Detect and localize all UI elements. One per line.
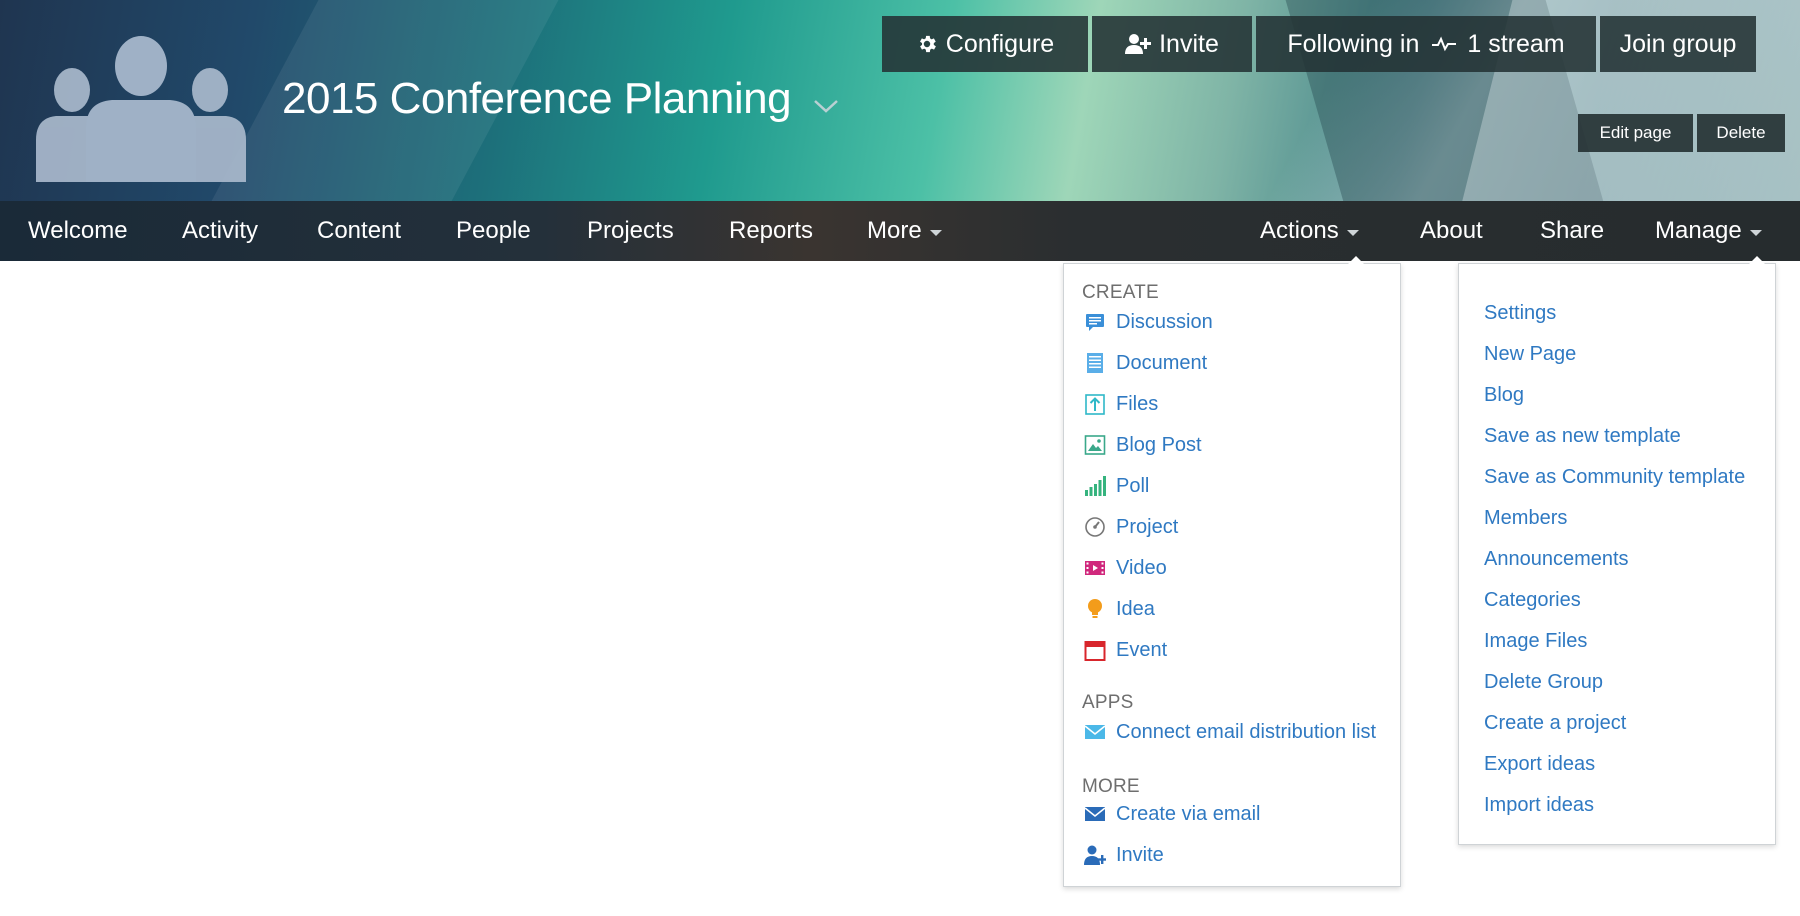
caret-down-icon [1749,229,1762,236]
group-action-bar: Configure Invite Following in 1 stream J… [882,16,1756,72]
join-label: Join group [1619,29,1737,58]
video-icon [1085,561,1105,575]
nav-more-label: More [867,217,922,244]
caret-down-icon [1346,229,1359,236]
nav-reports[interactable]: Reports [729,201,813,261]
actions-dropdown: CREATE Discussion Document Files Blog Po… [1063,256,1401,887]
page-title: 2015 Conference Planning [282,74,792,123]
dropdown-pointer [1749,256,1765,264]
connect-email-list-item[interactable]: Connect email distribution list [1084,718,1376,746]
group-people-icon [36,36,246,182]
project-icon [1085,517,1105,537]
nav-manage[interactable]: Manage [1655,201,1762,261]
nav-about[interactable]: About [1420,201,1483,261]
create-blog-post-item[interactable]: Blog Post [1084,431,1202,459]
add-user-icon [1125,34,1152,54]
following-label: Following in [1287,29,1420,58]
idea-icon [1088,599,1102,618]
create-video-label: Video [1116,556,1167,579]
create-section-header: CREATE [1082,282,1159,303]
manage-new-page[interactable]: New Page [1484,343,1576,366]
manage-export-ideas[interactable]: Export ideas [1484,753,1595,776]
create-via-email-label: Create via email [1116,802,1261,825]
manage-dropdown: Settings New Page Blog Save as new templ… [1458,256,1776,845]
nav-share[interactable]: Share [1540,201,1604,261]
manage-announcements[interactable]: Announcements [1484,548,1629,571]
nav-people[interactable]: People [456,201,531,261]
manage-categories[interactable]: Categories [1484,589,1581,612]
manage-members[interactable]: Members [1484,507,1567,530]
edit-page-button[interactable]: Edit page [1578,114,1693,152]
create-video-item[interactable]: Video [1084,554,1167,582]
create-discussion-label: Discussion [1116,310,1213,333]
nav-content[interactable]: Content [317,201,401,261]
manage-delete-group[interactable]: Delete Group [1484,671,1603,694]
mail-icon [1084,807,1106,821]
create-idea-label: Idea [1116,597,1155,620]
blog-post-icon [1084,435,1106,455]
event-icon [1084,641,1106,661]
manage-import-ideas[interactable]: Import ideas [1484,794,1594,817]
invite-user-icon [1084,845,1106,865]
manage-image-files[interactable]: Image Files [1484,630,1587,653]
create-via-email-item[interactable]: Create via email [1084,800,1261,828]
nav-activity[interactable]: Activity [182,201,258,261]
create-document-label: Document [1116,351,1208,374]
apps-section-header: APPS [1082,692,1134,713]
document-icon [1087,353,1103,373]
nav-projects[interactable]: Projects [587,201,674,261]
caret-down-icon [929,229,942,236]
create-document-item[interactable]: Document [1084,349,1207,377]
nav-actions-label: Actions [1260,217,1339,244]
create-event-label: Event [1116,638,1168,661]
manage-create-project[interactable]: Create a project [1484,712,1626,735]
discussion-icon [1086,314,1104,331]
group-banner: 2015 Conference Planning Configure Invit… [0,0,1800,201]
create-project-label: Project [1116,515,1179,538]
gear-icon [919,35,936,53]
dropdown-pointer [1348,256,1364,264]
following-streams-button[interactable]: Following in 1 stream [1256,16,1596,72]
create-project-item[interactable]: Project [1084,513,1178,541]
upload-file-icon [1085,394,1105,415]
configure-label: Configure [945,29,1055,58]
invite-label: Invite [1116,843,1164,866]
create-files-label: Files [1116,392,1159,415]
delete-page-button[interactable]: Delete [1697,114,1785,152]
nav-more[interactable]: More [867,201,942,261]
create-event-item[interactable]: Event [1084,636,1167,664]
join-group-button[interactable]: Join group [1600,16,1756,72]
manage-save-community-template[interactable]: Save as Community template [1484,466,1745,489]
invite-label: Invite [1159,29,1219,58]
more-section-header: MORE [1082,776,1140,797]
create-poll-label: Poll [1116,474,1150,497]
nav-welcome[interactable]: Welcome [28,201,128,261]
group-nav-bar: Welcome Activity Content People Projects… [0,201,1800,261]
page-edit-bar: Edit page Delete [1578,114,1785,152]
chevron-down-icon[interactable] [812,96,840,116]
manage-settings[interactable]: Settings [1484,302,1556,325]
invite-button[interactable]: Invite [1092,16,1252,72]
invite-item[interactable]: Invite [1084,841,1164,869]
activity-pulse-icon [1432,36,1457,52]
configure-button[interactable]: Configure [882,16,1088,72]
create-poll-item[interactable]: Poll [1084,472,1149,500]
connect-email-list-label: Connect email distribution list [1116,720,1377,743]
create-files-item[interactable]: Files [1084,390,1158,418]
email-icon [1084,725,1106,739]
nav-actions[interactable]: Actions [1260,201,1359,261]
poll-icon [1085,476,1106,496]
manage-save-template[interactable]: Save as new template [1484,425,1681,448]
create-discussion-item[interactable]: Discussion [1084,308,1213,336]
following-count: 1 stream [1467,29,1565,58]
nav-manage-label: Manage [1655,217,1742,244]
create-idea-item[interactable]: Idea [1084,595,1155,623]
create-blog-post-label: Blog Post [1116,433,1202,456]
manage-blog[interactable]: Blog [1484,384,1524,407]
